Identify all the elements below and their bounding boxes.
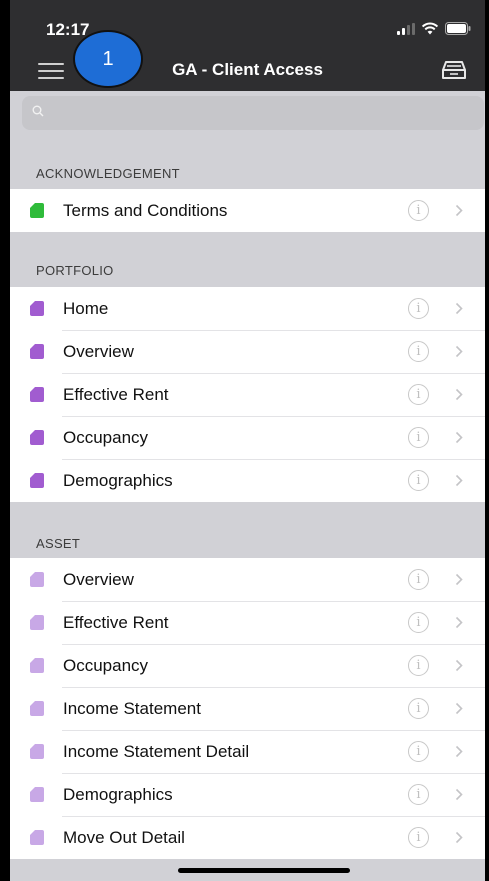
chevron-right-icon [455,702,463,715]
list-item[interactable]: Effective Rent i [10,373,485,416]
list-item[interactable]: Occupancy i [10,644,485,687]
list-item[interactable]: Effective Rent i [10,601,485,644]
info-icon[interactable]: i [408,612,429,633]
list-item-label: Home [63,299,109,318]
info-icon[interactable]: i [408,741,429,762]
search-bar[interactable] [22,96,484,130]
list-item[interactable]: Terms and Conditions i [10,189,485,232]
section-header-portfolio: PORTFOLIO [36,263,114,278]
chevron-right-icon [455,388,463,401]
document-icon [30,830,44,845]
chevron-right-icon [455,745,463,758]
list-item[interactable]: Demographics i [10,773,485,816]
list-item-label: Effective Rent [63,385,169,404]
info-icon[interactable]: i [408,341,429,362]
list-item[interactable]: Home i [10,287,485,330]
home-indicator[interactable] [178,868,350,873]
info-icon[interactable]: i [408,655,429,676]
document-icon [30,787,44,802]
chevron-right-icon [455,474,463,487]
list-item-label: Overview [63,570,134,589]
section-list-portfolio: Home i Overview i Effective Rent i Occup… [10,287,485,502]
inbox-tray-icon[interactable] [441,60,467,85]
chevron-right-icon [455,659,463,672]
info-icon[interactable]: i [408,384,429,405]
list-item-label: Demographics [63,471,173,490]
section-header-acknowledgement: ACKNOWLEDGEMENT [36,166,180,181]
status-icons [397,22,471,35]
navigation-bar: 12:17 GA - Client Access 1 [10,0,485,91]
info-icon[interactable]: i [408,298,429,319]
cellular-signal-icon [397,22,415,35]
chevron-right-icon [455,616,463,629]
chevron-right-icon [455,431,463,444]
document-icon [30,658,44,673]
document-icon [30,430,44,445]
document-icon [30,203,44,218]
battery-icon [445,22,471,35]
document-icon [30,301,44,316]
chevron-right-icon [455,302,463,315]
list-item-label: Income Statement Detail [63,742,250,761]
step-annotation-badge: 1 [73,30,143,88]
app-screen: 12:17 GA - Client Access 1 ACKNOWLEDGEME… [10,0,485,881]
chevron-right-icon [455,831,463,844]
document-icon [30,615,44,630]
chevron-right-icon [455,788,463,801]
info-icon[interactable]: i [408,427,429,448]
list-item-label: Income Statement [63,699,201,718]
list-item-label: Demographics [63,785,173,804]
list-item-label: Occupancy [63,656,149,675]
info-icon[interactable]: i [408,470,429,491]
list-item[interactable]: Move Out Detail i [10,816,485,859]
section-header-asset: ASSET [36,536,81,551]
list-item-label: Occupancy [63,428,149,447]
list-item-label: Move Out Detail [63,828,185,847]
info-icon[interactable]: i [408,569,429,590]
chevron-right-icon [455,204,463,217]
list-item[interactable]: Occupancy i [10,416,485,459]
info-icon[interactable]: i [408,827,429,848]
info-icon[interactable]: i [408,784,429,805]
document-icon [30,572,44,587]
list-item[interactable]: Demographics i [10,459,485,502]
section-list-asset: Overview i Effective Rent i Occupancy i … [10,558,485,859]
chevron-right-icon [455,573,463,586]
wifi-icon [421,22,439,35]
document-icon [30,387,44,402]
list-item[interactable]: Overview i [10,330,485,373]
list-item-label: Effective Rent [63,613,169,632]
list-item-label: Overview [63,342,134,361]
list-item[interactable]: Income Statement Detail i [10,730,485,773]
document-icon [30,344,44,359]
section-list-acknowledgement: Terms and Conditions i [10,189,485,232]
chevron-right-icon [455,345,463,358]
magnifier-icon [32,105,44,117]
list-item[interactable]: Income Statement i [10,687,485,730]
list-item-label: Terms and Conditions [63,201,228,220]
document-icon [30,701,44,716]
list-item[interactable]: Overview i [10,558,485,601]
info-icon[interactable]: i [408,200,429,221]
document-icon [30,473,44,488]
search-input[interactable] [52,96,472,130]
document-icon [30,744,44,759]
info-icon[interactable]: i [408,698,429,719]
